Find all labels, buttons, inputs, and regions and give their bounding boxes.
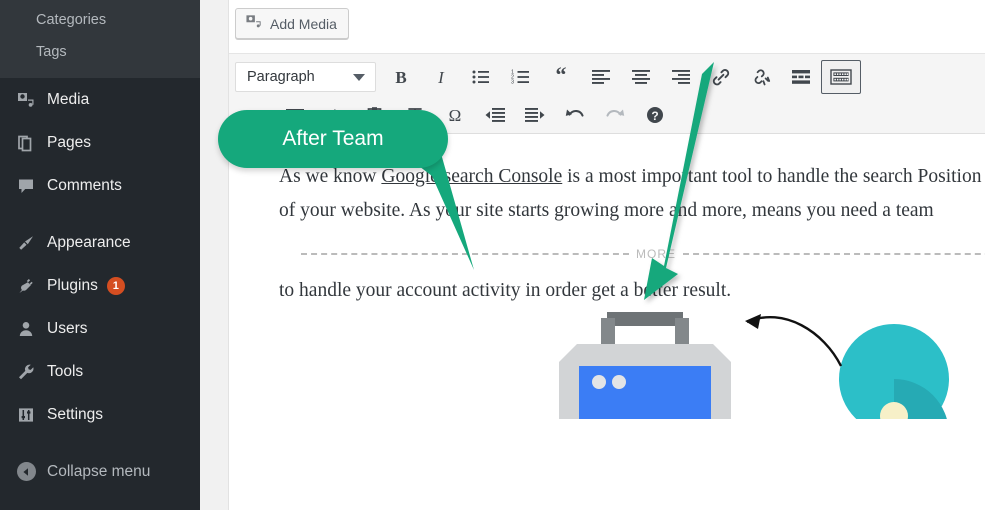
insert-more-tag-button[interactable]	[781, 60, 821, 94]
remove-link-icon	[754, 69, 771, 86]
toolbox-handle-right	[675, 318, 689, 348]
sidebar-item-plugins[interactable]: Plugins 1	[0, 264, 200, 307]
toolbox-handle-top	[607, 312, 683, 326]
svg-text:“: “	[556, 67, 567, 87]
increase-indent-button[interactable]	[515, 98, 555, 132]
callout-pointer-tail	[398, 150, 474, 270]
sidebar-item-label: Media	[47, 90, 90, 108]
toolbar-toggle-button[interactable]	[821, 60, 861, 94]
decrease-indent-icon	[485, 108, 505, 122]
media-buttons-bar: Add Media	[229, 0, 985, 53]
redo-button[interactable]	[595, 98, 635, 132]
align-left-button[interactable]	[581, 60, 621, 94]
after-team-callout-label: After Team	[282, 127, 384, 150]
insert-more-tag-icon	[792, 70, 810, 84]
sidebar-item-label: Tools	[47, 362, 84, 380]
sidebar-item-tags[interactable]: Tags	[0, 36, 200, 68]
sidebar-item-label: Appearance	[47, 233, 131, 251]
comments-icon	[13, 175, 39, 197]
format-select-value: Paragraph	[247, 69, 315, 85]
wordpress-post-editor-screen: Categories Tags Media Pages Comments App…	[0, 0, 985, 510]
sidebar-item-label: Tags	[36, 44, 67, 60]
tools-wrench-icon	[13, 361, 39, 383]
align-left-icon	[592, 70, 610, 84]
sidebar-item-label: Collapse menu	[47, 462, 151, 480]
paragraph-1-text-before-link: As we know	[279, 166, 382, 187]
sidebar-item-media[interactable]: Media	[0, 78, 200, 121]
curved-arrow-shaft	[746, 316, 843, 367]
bold-button[interactable]: B	[381, 60, 421, 94]
undo-button[interactable]	[555, 98, 595, 132]
blockquote-icon: “	[556, 67, 567, 87]
label-dot-1	[592, 375, 606, 389]
sidebar-item-label: Pages	[47, 133, 91, 151]
remove-link-button[interactable]	[741, 60, 781, 94]
svg-text:3: 3	[511, 80, 514, 86]
sidebar-item-users[interactable]: Users	[0, 307, 200, 350]
green-pointer-arrow	[644, 62, 714, 300]
numbered-list-button[interactable]: 1 2 3	[501, 60, 541, 94]
editor-content-area[interactable]: As we know Google search Console is a mo…	[229, 134, 985, 510]
undo-icon	[565, 109, 584, 117]
post-editor-panel: Add Media Paragraph B I 1 2 3 “ Ω ? As w…	[228, 0, 985, 510]
toolbox-handle-left	[601, 318, 615, 348]
after-team-callout: After Team	[218, 110, 448, 168]
curved-arrow-head	[745, 314, 761, 329]
increase-indent-icon	[525, 108, 545, 122]
sidebar-divider-2	[0, 436, 200, 450]
plugins-update-badge: 1	[106, 276, 125, 295]
toolbar-row-1: Paragraph B I 1 2 3 “	[235, 58, 985, 96]
settings-sliders-icon	[13, 404, 39, 426]
svg-text:Ω: Ω	[449, 106, 462, 125]
italic-icon: I	[437, 68, 445, 87]
italic-button[interactable]: I	[421, 60, 461, 94]
toolbox-illustration	[559, 312, 949, 419]
sidebar-item-label: Comments	[47, 176, 122, 194]
add-media-button[interactable]: Add Media	[235, 8, 349, 39]
svg-text:I: I	[437, 68, 445, 87]
format-select[interactable]: Paragraph	[235, 62, 376, 92]
admin-sidebar: Categories Tags Media Pages Comments App…	[0, 0, 200, 510]
pages-icon	[13, 132, 39, 154]
numbered-list-icon: 1 2 3	[511, 70, 529, 86]
special-character-icon: Ω	[449, 106, 462, 125]
blockquote-button[interactable]: “	[541, 60, 581, 94]
sidebar-item-appearance[interactable]: Appearance	[0, 221, 200, 264]
toggle-toolbar-icon	[830, 69, 852, 85]
users-icon	[13, 318, 39, 340]
bulleted-list-icon	[472, 70, 489, 84]
sidebar-item-label: Users	[47, 319, 88, 337]
sidebar-item-tools[interactable]: Tools	[0, 350, 200, 393]
plugins-plug-icon	[13, 275, 39, 297]
svg-text:B: B	[395, 68, 406, 87]
bold-icon: B	[395, 68, 406, 87]
sidebar-item-label: Settings	[47, 405, 104, 423]
blue-label-band	[579, 366, 711, 419]
sidebar-item-comments[interactable]: Comments	[0, 164, 200, 207]
sidebar-item-label: Plugins	[47, 276, 98, 294]
redo-icon	[606, 109, 625, 117]
sidebar-item-collapse-menu[interactable]: Collapse menu	[0, 450, 200, 493]
more-dash-right	[683, 253, 985, 255]
appearance-brush-icon	[13, 232, 39, 254]
media-icon	[13, 89, 39, 111]
sidebar-item-pages[interactable]: Pages	[0, 121, 200, 164]
sidebar-item-categories[interactable]: Categories	[0, 4, 200, 36]
chevron-down-icon	[353, 73, 365, 81]
collapse-arrow-icon	[13, 461, 39, 483]
label-dot-2	[612, 375, 626, 389]
sidebar-item-label: Categories	[36, 12, 107, 28]
sidebar-submenu-posts: Categories Tags	[0, 0, 200, 78]
decrease-indent-button[interactable]	[475, 98, 515, 132]
bulleted-list-button[interactable]	[461, 60, 501, 94]
add-media-icon	[245, 14, 263, 33]
sidebar-item-settings[interactable]: Settings	[0, 393, 200, 436]
add-media-label: Add Media	[270, 15, 337, 32]
sidebar-divider	[0, 207, 200, 221]
